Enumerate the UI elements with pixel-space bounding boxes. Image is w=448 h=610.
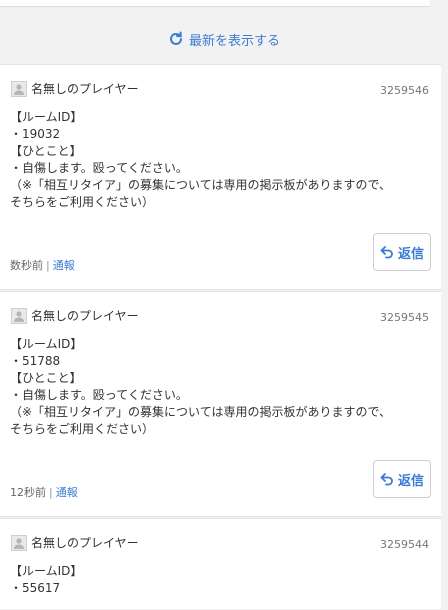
avatar-icon <box>11 535 27 551</box>
post-line: （※「相互リタイア」の募集については専用の掲示板がありますので、 <box>10 405 391 419</box>
refresh-icon <box>168 31 184 47</box>
reply-label: 返信 <box>397 473 424 489</box>
post-header: 名無しのプレイヤー 3259545 <box>11 307 429 327</box>
post-number: 3259544 <box>380 538 429 551</box>
post-body: 【ルームID】 ・19032 【ひとこと】 ・自傷します。殴ってください。 （※… <box>10 109 429 211</box>
footer-separator: | <box>49 486 53 499</box>
post-feed: 名無しのプレイヤー 3259546 【ルームID】 ・19032 【ひとこと】 … <box>0 64 441 610</box>
post-body: 【ルームID】 ・51788 【ひとこと】 ・自傷します。殴ってください。 （※… <box>10 336 429 438</box>
post-timestamp: 数秒前 <box>10 259 43 272</box>
post-line: （※「相互リタイア」の募集については専用の掲示板がありますので、 <box>10 178 391 192</box>
report-link[interactable]: 通報 <box>56 486 78 499</box>
post-number: 3259545 <box>380 311 429 324</box>
author-name: 名無しのプレイヤー <box>31 309 139 323</box>
reply-button[interactable]: 返信 <box>373 460 431 498</box>
previous-card-edge <box>0 0 430 7</box>
post-card: 名無しのプレイヤー 3259546 【ルームID】 ・19032 【ひとこと】 … <box>0 64 441 290</box>
footer-separator: | <box>46 259 50 272</box>
post-header: 名無しのプレイヤー 3259546 <box>11 80 429 100</box>
show-latest-button[interactable]: 最新を表示する <box>0 17 448 61</box>
show-latest-label: 最新を表示する <box>188 33 280 49</box>
post-footer: 12秒前 | 通報 <box>10 484 78 500</box>
post-line: 【ルームID】 <box>10 110 83 124</box>
reply-label: 返信 <box>397 246 424 262</box>
report-link[interactable]: 通報 <box>53 259 75 272</box>
post-line: そちらをご利用ください） <box>10 422 155 436</box>
post-line: 【ひとこと】 <box>10 144 82 158</box>
post-line: ・自傷します。殴ってください。 <box>10 388 188 402</box>
author-name: 名無しのプレイヤー <box>31 82 139 96</box>
post-card: 名無しのプレイヤー 3259544 【ルームID】 ・55617 <box>0 518 441 609</box>
reply-icon <box>380 245 394 259</box>
post-line: ・51788 <box>10 354 61 368</box>
post-timestamp: 12秒前 <box>10 486 46 499</box>
author-name: 名無しのプレイヤー <box>31 536 139 550</box>
post-line: 【ひとこと】 <box>10 371 82 385</box>
avatar-icon <box>11 81 27 97</box>
post-line: ・55617 <box>10 581 61 595</box>
post-card: 名無しのプレイヤー 3259545 【ルームID】 ・51788 【ひとこと】 … <box>0 291 441 517</box>
avatar-icon <box>11 308 27 324</box>
post-footer: 数秒前 | 通報 <box>10 257 75 273</box>
reply-button[interactable]: 返信 <box>373 233 431 271</box>
post-line: ・自傷します。殴ってください。 <box>10 161 188 175</box>
post-line: そちらをご利用ください） <box>10 195 155 209</box>
post-number: 3259546 <box>380 84 429 97</box>
post-line: 【ルームID】 <box>10 337 83 351</box>
reply-icon <box>380 472 394 486</box>
post-line: ・19032 <box>10 127 61 141</box>
post-header: 名無しのプレイヤー 3259544 <box>11 534 429 554</box>
post-line: 【ルームID】 <box>10 564 83 578</box>
